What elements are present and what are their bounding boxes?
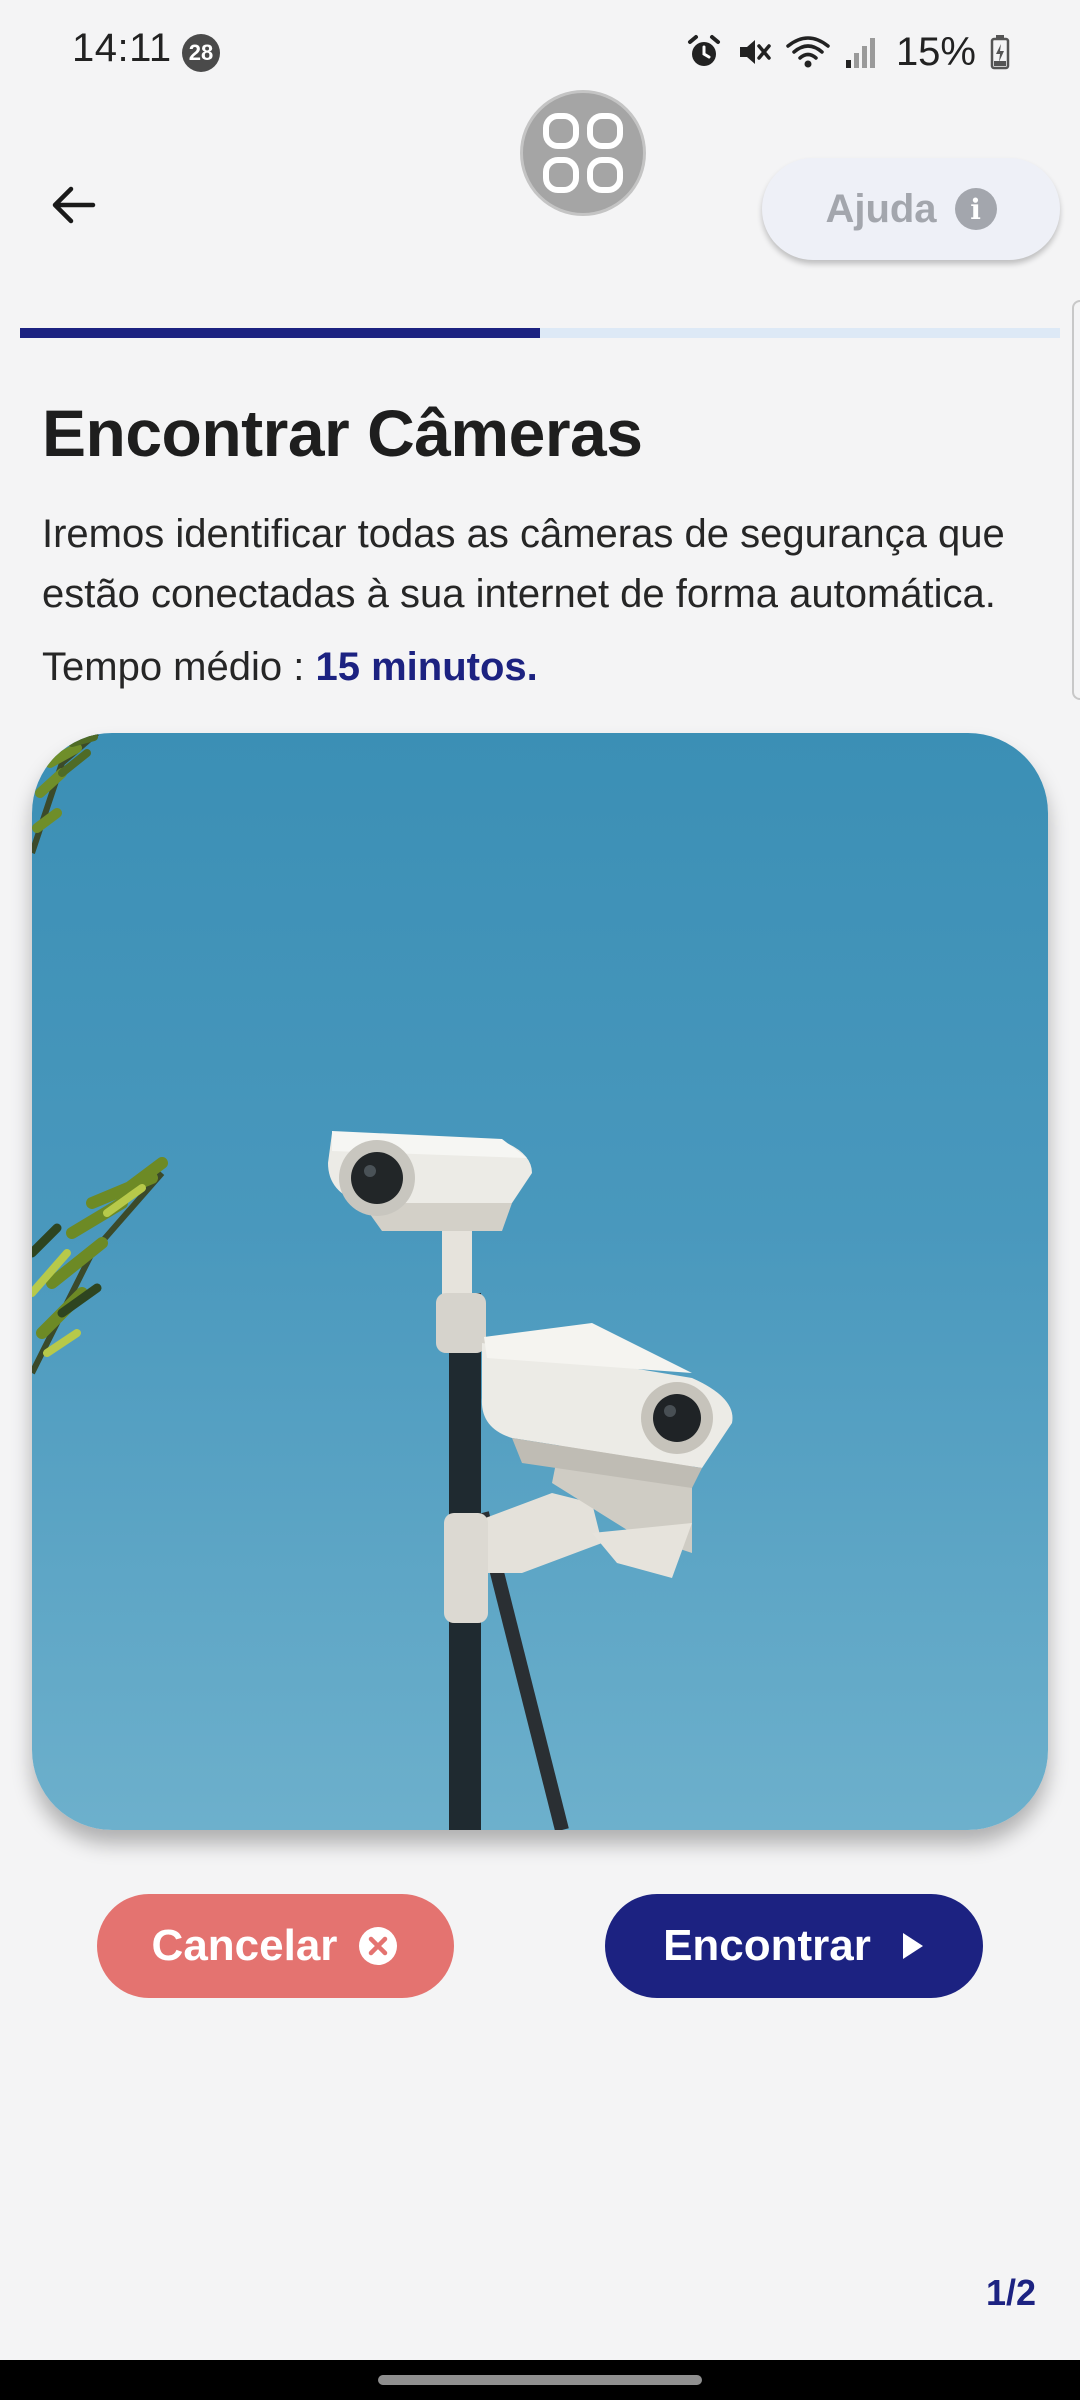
cancel-label: Cancelar	[151, 1921, 338, 1970]
battery-charging-icon	[990, 34, 1010, 70]
security-cameras-image	[32, 733, 1048, 1830]
notification-badge: 28	[182, 34, 220, 72]
signal-icon	[844, 34, 878, 70]
app-logo	[520, 90, 646, 216]
wifi-icon	[786, 34, 830, 70]
navigation-bar	[0, 2360, 1080, 2400]
status-bar: 14:11 28 15%	[0, 0, 1080, 100]
grid-app-icon	[543, 113, 623, 193]
page-title: Encontrar Câmeras	[42, 396, 643, 470]
progress-bar	[20, 328, 1060, 338]
back-button[interactable]	[38, 170, 108, 240]
average-time-value: 15 minutos.	[315, 645, 538, 689]
progress-fill	[20, 328, 540, 338]
close-circle-icon	[359, 1927, 398, 1965]
tree-branch	[32, 733, 99, 854]
mute-icon	[736, 34, 772, 70]
help-label: Ajuda	[825, 186, 937, 231]
find-label: Encontrar	[663, 1921, 871, 1970]
page-indicator: 1/2	[985, 2272, 1036, 2313]
arrow-left-icon	[52, 186, 96, 224]
battery-percent: 15%	[895, 29, 976, 74]
help-button[interactable]: Ajuda i	[762, 158, 1060, 260]
average-time: Tempo médio : 15 minutos.	[42, 645, 538, 690]
home-indicator[interactable]	[378, 2375, 702, 2385]
cancel-button[interactable]: Cancelar	[97, 1894, 454, 1998]
status-icons: 15%	[686, 24, 1010, 80]
page-description: Iremos identificar todas as câmeras de s…	[42, 512, 1005, 616]
find-button[interactable]: Encontrar	[605, 1894, 983, 1998]
alarm-icon	[686, 34, 722, 70]
camera-lower	[481, 1323, 733, 1488]
scroll-indicator	[1072, 300, 1080, 700]
camera-upper	[328, 1131, 532, 1231]
screen: 14:11 28 15% Ajuda i Encontrar Câmeras I…	[0, 0, 1080, 2400]
play-icon	[902, 1933, 923, 1959]
info-icon: i	[954, 188, 997, 230]
average-time-label: Tempo médio :	[42, 645, 316, 689]
tree-branch-middle	[32, 1157, 168, 1375]
status-time: 14:11	[72, 26, 172, 70]
